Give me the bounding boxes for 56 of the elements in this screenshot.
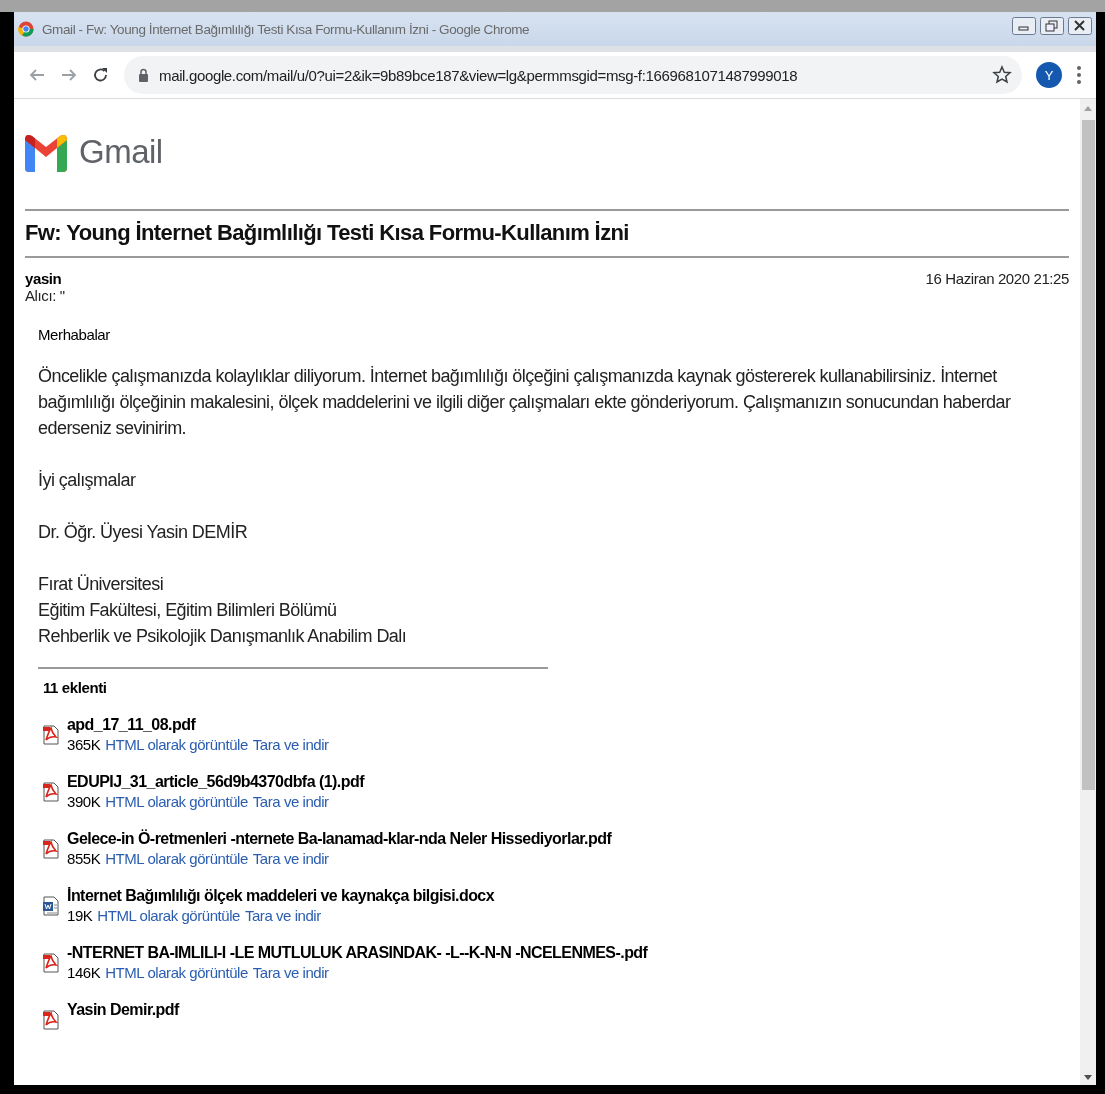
attachment-link[interactable]: Tara ve indir bbox=[252, 963, 329, 983]
profile-avatar[interactable]: Y bbox=[1036, 62, 1062, 88]
restore-button[interactable] bbox=[1040, 17, 1064, 35]
attachment-link[interactable]: HTML olarak görüntüle bbox=[97, 906, 240, 926]
menu-icon[interactable] bbox=[1076, 65, 1082, 85]
address-bar[interactable]: mail.google.com/mail/u/0?ui=2&ik=9b89bce187&view=lg&permmsgid=msg-f:1669681071487999018 bbox=[124, 56, 1022, 94]
attachment-link[interactable]: HTML olarak görüntüle bbox=[105, 963, 248, 983]
chrome-icon bbox=[18, 21, 34, 37]
attachment-link[interactable]: HTML olarak görüntüle bbox=[105, 735, 248, 755]
pdf-file-icon bbox=[43, 1010, 59, 1030]
file-size: 365K bbox=[67, 735, 101, 755]
sender-name: yasin bbox=[25, 270, 63, 287]
gmail-logo-icon bbox=[25, 132, 67, 172]
attachment-link[interactable]: Tara ve indir bbox=[252, 792, 329, 812]
word-file-icon bbox=[43, 896, 59, 916]
star-icon[interactable] bbox=[992, 65, 1012, 85]
file-size: 855K bbox=[67, 849, 101, 869]
scroll-down-icon[interactable] bbox=[1083, 1074, 1093, 1081]
close-button[interactable] bbox=[1068, 17, 1092, 35]
greeting-text: Merhabalar bbox=[38, 326, 111, 343]
message-paragraph: Dr. Öğr. Üyesi Yasin DEMİR bbox=[38, 521, 249, 544]
message-date: 16 Haziran 2020 21:25 bbox=[925, 270, 1069, 289]
pdf-file-icon bbox=[43, 725, 59, 745]
lock-icon bbox=[138, 68, 149, 82]
message-paragraph: İyi çalışmalar bbox=[38, 469, 137, 492]
attachment-name: İnternet Bağımlılığı ölçek maddeleri ve kaynakça bilgisi.docx bbox=[67, 886, 495, 906]
attachment-count: 11 eklenti bbox=[43, 679, 108, 696]
attachment-name: EDUPIJ_31_article_56d9b4370dbfa (1).pdf bbox=[67, 772, 364, 792]
attachment-link[interactable]: Tara ve indir bbox=[244, 906, 321, 926]
pdf-file-icon bbox=[43, 782, 59, 802]
pdf-file-icon bbox=[43, 953, 59, 973]
attachment-name: Yasin Demir.pdf bbox=[67, 1000, 179, 1020]
message-paragraph: Rehberlik ve Psikolojik Danışmanlık Anabilim Dalı bbox=[38, 625, 408, 648]
attachment-name: Gelece-in Ö-retmenleri -nternete Ba-lanamad-klar-nda Neler Hissediyorlar.pdf bbox=[67, 828, 612, 849]
attachment-link[interactable]: Tara ve indir bbox=[252, 735, 329, 755]
scrollbar[interactable] bbox=[1080, 99, 1096, 1085]
window-title: Gmail - Fw: Young İnternet Bağımlılığı Testi Kısa Formu-Kullanım İzni - Google Chrome bbox=[42, 21, 531, 37]
file-size: 146K bbox=[67, 963, 101, 983]
file-size: 390K bbox=[67, 792, 101, 812]
message-paragraph: Fırat Üniversitesi bbox=[38, 573, 165, 596]
file-size: 19K bbox=[67, 906, 93, 926]
attachment-name: -NTERNET BA-IMLILI-I -LE MUTLULUK ARASINDAK- -L--K-N-N -NCELENMES-.pdf bbox=[67, 943, 648, 963]
scrollbar-thumb[interactable] bbox=[1081, 120, 1095, 790]
minimize-button[interactable] bbox=[1012, 17, 1036, 35]
message-paragraph: Öncelikle çalışmanızda kolaylıklar diliyorum. İnternet bağımlılığı ölçeğini çalışmanızda kaynak göstererek kullanabilirsiniz. İnternet bağımlılığı ölçeğinin makalesini, ölçek maddelerini ve ilgili diğer çalışmaları ekte gönderiyorum. Çalışmanızın sonucundan haberdar ederseniz sevinirim. bbox=[38, 365, 1012, 440]
attachment-name: apd_17_11_08.pdf bbox=[67, 715, 197, 735]
attachment-link[interactable]: HTML olarak görüntüle bbox=[105, 849, 248, 869]
message-paragraph: Eğitim Fakültesi, Eğitim Bilimleri Bölümü bbox=[38, 599, 338, 622]
attachment-link[interactable]: Tara ve indir bbox=[252, 849, 329, 869]
reload-icon[interactable] bbox=[92, 66, 110, 84]
url-text: mail.google.com/mail/u/0?ui=2&ik=9b89bce187&view=lg&permmsgid=msg-f:1669681071487999018 bbox=[159, 66, 799, 84]
subject-heading: Fw: Young İnternet Bağımlılığı Testi Kısa Formu-Kullanım İzni bbox=[25, 219, 630, 247]
recipient-line: Alıcı: " bbox=[25, 287, 65, 304]
gmail-wordmark: Gmail bbox=[79, 133, 163, 171]
attachment-link[interactable]: HTML olarak görüntüle bbox=[105, 792, 248, 812]
pdf-file-icon bbox=[43, 839, 59, 859]
